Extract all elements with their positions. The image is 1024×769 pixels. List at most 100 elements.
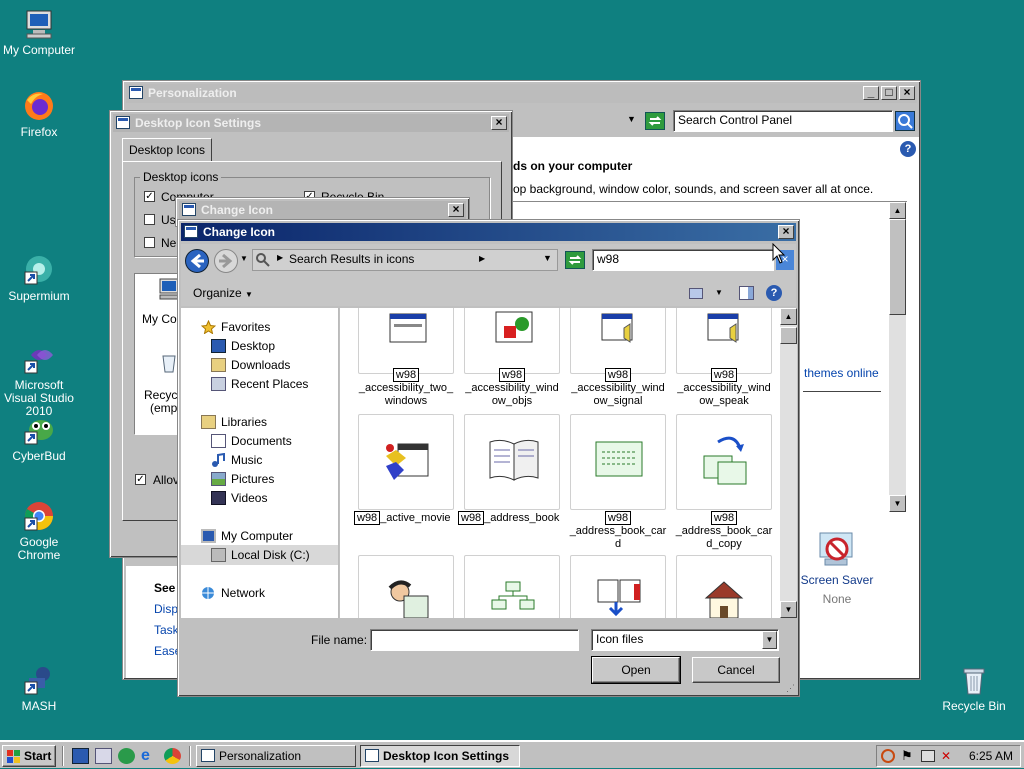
user-files-checkbox[interactable] bbox=[144, 214, 155, 225]
network-checkbox[interactable] bbox=[144, 237, 155, 248]
forward-button[interactable] bbox=[214, 249, 238, 273]
help-icon[interactable]: ? bbox=[900, 141, 916, 157]
themes-scrollbar[interactable]: ▲ ▼ bbox=[889, 202, 906, 512]
flag-icon[interactable]: ⚑ bbox=[901, 748, 913, 764]
refresh-icon[interactable] bbox=[565, 251, 585, 269]
refresh-icon[interactable] bbox=[645, 112, 665, 130]
breadcrumb-chevron-icon[interactable]: ▶ bbox=[277, 253, 283, 262]
view-icon[interactable] bbox=[689, 288, 703, 299]
desktop-icon bbox=[211, 339, 226, 353]
chrome-icon[interactable] bbox=[164, 748, 181, 764]
file-label[interactable]: w98 _accessibility_wind ow_speak bbox=[669, 368, 779, 408]
desktop-icon-settings-titlebar[interactable]: Desktop Icon Settings × bbox=[113, 114, 509, 132]
desktop-icon-supermium[interactable]: Supermium bbox=[1, 254, 77, 303]
file-label[interactable]: w98 _address_book_car d bbox=[563, 511, 673, 551]
file-name: _accessibility_two_ bbox=[358, 382, 454, 394]
explorer-icon[interactable] bbox=[95, 748, 112, 764]
history-dropdown-icon[interactable]: ▼ bbox=[240, 254, 248, 263]
network-checkbox-label: Ne bbox=[161, 236, 177, 250]
file-label[interactable]: w98 _accessibility_wind ow_signal bbox=[563, 368, 673, 408]
breadcrumb-bar[interactable]: ▶ Search Results in icons ▶ ▼ bbox=[252, 249, 558, 271]
scroll-up-button[interactable]: ▲ bbox=[780, 308, 797, 325]
nav-downloads[interactable]: Downloads bbox=[211, 356, 290, 375]
nav-favorites[interactable]: Favorites bbox=[200, 318, 270, 337]
file-label[interactable]: w98 _active_movie bbox=[354, 511, 464, 525]
desktop-icon-recycle-bin[interactable]: Recycle Bin bbox=[936, 664, 1012, 713]
nav-libraries[interactable]: Libraries bbox=[201, 413, 267, 432]
search-input[interactable]: w98 bbox=[592, 249, 774, 271]
address-dropdown-icon[interactable]: ▼ bbox=[543, 253, 552, 263]
file-label[interactable]: w98 _accessibility_two_ windows bbox=[351, 368, 461, 408]
change-icon-titlebar[interactable]: Change Icon × bbox=[181, 223, 796, 241]
open-button[interactable]: Open bbox=[591, 656, 681, 684]
nav-videos[interactable]: Videos bbox=[211, 489, 267, 508]
maximize-button[interactable]: □ bbox=[881, 86, 897, 100]
desktop-icon-visual-studio[interactable]: Microsoft Visual Studio 2010 bbox=[1, 343, 77, 418]
computer-checkbox[interactable]: ✓ bbox=[144, 191, 155, 202]
file-label[interactable]: w98 _address_book_car d_copy bbox=[669, 511, 779, 551]
close-button[interactable]: × bbox=[491, 116, 507, 130]
preview-pane-icon[interactable] bbox=[739, 286, 754, 300]
themes-online-link[interactable]: themes online bbox=[804, 366, 879, 380]
file-prefix: w98 bbox=[392, 368, 420, 382]
minimize-button[interactable]: _ bbox=[863, 86, 879, 100]
resize-grip-icon[interactable]: ⋰ bbox=[786, 683, 795, 694]
desktop-icon-my-computer[interactable]: My Computer bbox=[1, 8, 77, 57]
close-button[interactable]: × bbox=[448, 203, 464, 217]
desktop-icon-chrome[interactable]: Google Chrome bbox=[1, 500, 77, 562]
media-icon[interactable] bbox=[118, 748, 135, 764]
search-icon[interactable] bbox=[895, 111, 915, 131]
file-name: d_copy bbox=[706, 538, 742, 550]
nav-network[interactable]: Network bbox=[202, 584, 265, 603]
nav-music[interactable]: Music bbox=[212, 451, 262, 470]
show-desktop-icon[interactable] bbox=[72, 748, 89, 764]
screen-saver-item[interactable]: Screen Saver None bbox=[799, 529, 875, 606]
close-button[interactable]: × bbox=[778, 225, 794, 239]
nav-documents[interactable]: Documents bbox=[211, 432, 292, 451]
scroll-down-button[interactable]: ▼ bbox=[889, 495, 906, 512]
ie-icon[interactable]: e bbox=[141, 748, 158, 764]
desktop-icon-firefox[interactable]: Firefox bbox=[1, 90, 77, 139]
nav-recent-places[interactable]: Recent Places bbox=[211, 375, 308, 394]
see-also-taskbar-link[interactable]: Task bbox=[154, 623, 179, 637]
file-label[interactable]: w98 _accessibility_wind ow_objs bbox=[457, 368, 567, 408]
scroll-thumb[interactable] bbox=[889, 219, 906, 315]
search-control-panel-input[interactable]: Search Control Panel bbox=[673, 110, 893, 132]
task-personalization[interactable]: Personalization bbox=[196, 745, 356, 767]
nav-local-disk[interactable]: Local Disk (C:) bbox=[211, 546, 310, 565]
nav-desktop[interactable]: Desktop bbox=[211, 337, 275, 356]
clock[interactable]: 6:25 AM bbox=[969, 749, 1013, 763]
scroll-thumb[interactable] bbox=[780, 327, 797, 344]
nav-my-computer[interactable]: My Computer bbox=[201, 527, 293, 546]
file-name-input[interactable] bbox=[370, 629, 579, 651]
back-button[interactable] bbox=[185, 249, 209, 273]
breadcrumb-text[interactable]: Search Results in icons bbox=[289, 252, 414, 266]
file-label[interactable]: w98 _address_book bbox=[458, 511, 568, 525]
volume-muted-icon[interactable]: ✕ bbox=[941, 749, 951, 763]
task-desktop-icon-settings[interactable]: Desktop Icon Settings bbox=[360, 745, 520, 767]
cancel-button[interactable]: Cancel bbox=[692, 657, 780, 683]
personalization-titlebar[interactable]: Personalization _ □ × bbox=[126, 84, 917, 103]
search-tray-icon[interactable] bbox=[881, 749, 895, 763]
file-type-select[interactable]: Icon files ▼ bbox=[591, 629, 779, 651]
address-dropdown-arrow[interactable]: ▼ bbox=[627, 114, 636, 124]
close-button[interactable]: × bbox=[899, 86, 915, 100]
change-icon-inactive-titlebar[interactable]: Change Icon × bbox=[179, 201, 466, 219]
start-button[interactable]: Start bbox=[2, 745, 56, 767]
tab-desktop-icons[interactable]: Desktop Icons bbox=[122, 138, 213, 162]
view-dropdown-icon[interactable]: ▼ bbox=[715, 288, 723, 297]
breadcrumb-chevron-icon[interactable]: ▶ bbox=[479, 254, 485, 263]
scroll-down-button[interactable]: ▼ bbox=[780, 601, 797, 618]
preview-item-label: Recyc bbox=[144, 388, 178, 402]
file-grid-scrollbar[interactable]: ▲ ▼ bbox=[780, 308, 797, 618]
nav-pictures[interactable]: Pictures bbox=[211, 470, 274, 489]
desktop-icon-mash[interactable]: MASH bbox=[1, 664, 77, 713]
help-icon[interactable]: ? bbox=[766, 285, 782, 301]
network-tray-icon[interactable] bbox=[921, 750, 935, 762]
organize-menu[interactable]: Organize ▼ bbox=[193, 286, 253, 300]
allow-themes-checkbox[interactable]: ✓ bbox=[135, 474, 146, 485]
file-type-dropdown[interactable]: ▼ bbox=[762, 631, 777, 649]
desktop-icon-cyberbud[interactable]: CyberBud bbox=[1, 414, 77, 463]
file-name: _address_book_car bbox=[675, 525, 773, 537]
scroll-up-button[interactable]: ▲ bbox=[889, 202, 906, 219]
